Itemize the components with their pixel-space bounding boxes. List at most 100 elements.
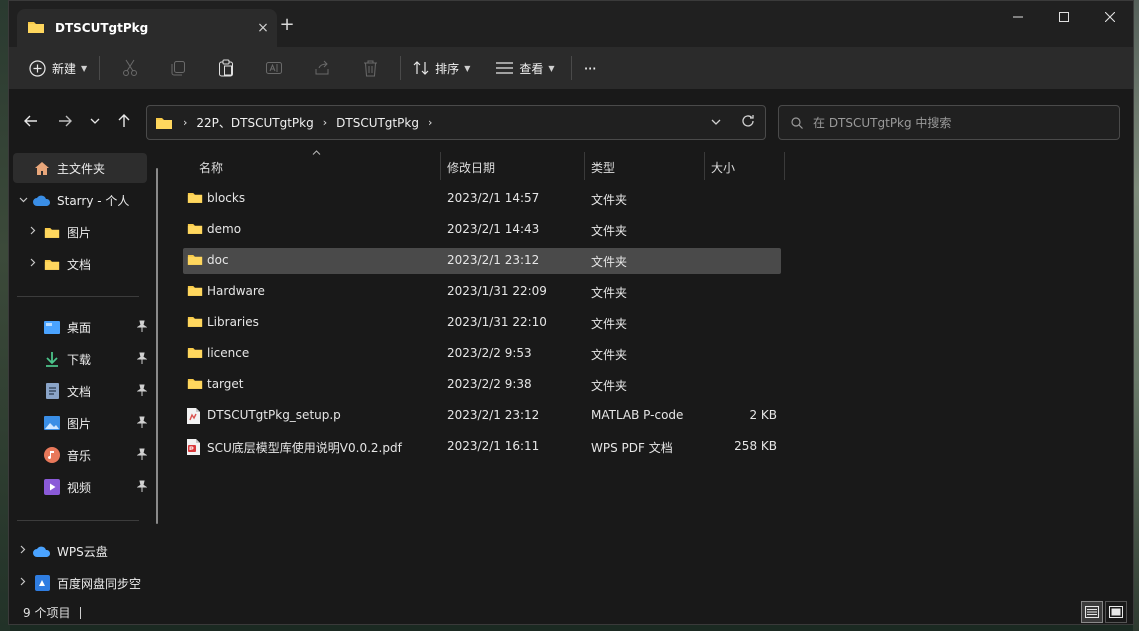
new-button[interactable]: 新建 ▼ <box>23 52 93 84</box>
matlab-file-icon <box>187 408 200 427</box>
refresh-button[interactable] <box>741 114 755 131</box>
column-header-type[interactable]: 类型 <box>591 154 615 180</box>
desktop-icon <box>43 319 61 335</box>
file-name: Libraries <box>207 315 259 329</box>
file-list: 名称 修改日期 类型 大小 blocks 2023/2/1 14:57 文件夹 … <box>169 144 1133 599</box>
file-row[interactable]: demo 2023/2/1 14:43 文件夹 <box>183 217 781 243</box>
pin-icon[interactable] <box>136 480 148 495</box>
address-history-button[interactable] <box>711 114 721 128</box>
file-row[interactable]: Hardware 2023/1/31 22:09 文件夹 <box>183 279 781 305</box>
tab-dtscutgtpkg[interactable]: DTSCUTgtPkg × <box>17 9 277 47</box>
sidebar-separator <box>17 296 139 297</box>
music-icon <box>43 447 61 463</box>
sidebar-item-onedrive[interactable]: Starry - 个人 <box>13 185 147 215</box>
file-type: 文件夹 <box>591 286 628 300</box>
file-name: demo <box>207 222 242 236</box>
details-view-icon <box>1085 606 1099 618</box>
sidebar-item-onedrive-docs[interactable]: 文档 <box>23 249 157 279</box>
pin-icon[interactable] <box>136 448 148 463</box>
file-row[interactable]: doc 2023/2/1 23:12 文件夹 <box>183 248 781 274</box>
file-name: Hardware <box>207 284 265 298</box>
chevron-right-icon[interactable] <box>23 226 43 238</box>
rename-button[interactable] <box>250 52 298 84</box>
file-row[interactable]: target 2023/2/2 9:38 文件夹 <box>183 372 781 398</box>
tiles-view-button[interactable] <box>1105 601 1127 623</box>
pin-icon[interactable] <box>136 352 148 367</box>
new-tab-button[interactable]: + <box>273 14 301 38</box>
column-header-name[interactable]: 名称 <box>199 154 223 180</box>
chevron-right-icon[interactable] <box>23 258 43 270</box>
chevron-down-icon[interactable] <box>13 195 33 206</box>
more-options-button[interactable]: ··· <box>578 52 602 84</box>
file-row[interactable]: Libraries 2023/1/31 22:10 文件夹 <box>183 310 781 336</box>
sidebar-item-home[interactable]: 主文件夹 <box>13 153 147 183</box>
sidebar-item-label: 文档 <box>67 384 92 399</box>
back-button[interactable] <box>19 109 43 133</box>
folder-icon <box>187 222 203 238</box>
tab-title: DTSCUTgtPkg <box>55 21 149 35</box>
file-type: WPS PDF 文档 <box>591 441 673 455</box>
breadcrumb-dtscutgtpkg[interactable]: DTSCUTgtPkg <box>336 116 419 130</box>
baidu-sync-icon <box>33 575 51 591</box>
breadcrumb-separator[interactable]: › <box>428 116 432 129</box>
sidebar-item-pictures[interactable]: 图片 <box>23 408 148 438</box>
sidebar-item-onedrive-pictures[interactable]: 图片 <box>23 217 157 247</box>
sidebar-item-label: 音乐 <box>67 448 92 463</box>
column-header-size[interactable]: 大小 <box>711 154 735 180</box>
file-row[interactable]: blocks 2023/2/1 14:57 文件夹 <box>183 186 781 212</box>
file-row[interactable]: SCU底层模型库使用说明V0.0.2.pdf 2023/2/1 16:11 WP… <box>183 434 781 460</box>
maximize-button[interactable] <box>1041 5 1087 29</box>
chevron-right-icon[interactable] <box>13 545 33 557</box>
search-box[interactable] <box>778 105 1120 140</box>
details-view-button[interactable] <box>1081 601 1103 623</box>
sidebar-item-music[interactable]: 音乐 <box>23 440 148 470</box>
status-divider <box>80 606 82 619</box>
sidebar-scrollbar[interactable] <box>156 168 158 524</box>
minimize-button[interactable] <box>995 5 1041 29</box>
pin-icon[interactable] <box>136 384 148 399</box>
sort-button[interactable]: 排序 ▼ <box>407 52 476 84</box>
new-label: 新建 <box>52 61 77 76</box>
address-bar[interactable]: › 22P、DTSCUTgtPkg › DTSCUTgtPkg › <box>146 105 766 140</box>
close-window-button[interactable] <box>1087 5 1133 29</box>
column-divider[interactable] <box>584 152 585 180</box>
sidebar-item-label: 百度网盘同步空 <box>57 576 142 591</box>
breadcrumb-22p[interactable]: 22P、DTSCUTgtPkg <box>196 114 313 131</box>
file-type: 文件夹 <box>591 317 628 331</box>
sidebar-item-label: 下载 <box>67 352 92 367</box>
sidebar-item-desktop[interactable]: 桌面 <box>23 312 148 342</box>
file-row[interactable]: licence 2023/2/2 9:53 文件夹 <box>183 341 781 367</box>
column-divider[interactable] <box>440 152 441 180</box>
file-type: 文件夹 <box>591 255 628 269</box>
view-button[interactable]: 查看 ▼ <box>490 52 560 84</box>
column-header-modified[interactable]: 修改日期 <box>447 154 495 180</box>
pin-icon[interactable] <box>136 320 148 335</box>
sidebar-item-videos[interactable]: 视频 <box>23 472 148 502</box>
paste-button[interactable] <box>202 52 250 84</box>
arrow-up-icon <box>118 114 130 127</box>
column-divider[interactable] <box>704 152 705 180</box>
up-button[interactable] <box>112 109 136 133</box>
sidebar-item-downloads[interactable]: 下载 <box>23 344 148 374</box>
column-divider[interactable] <box>784 152 785 180</box>
chevron-right-icon[interactable] <box>13 577 33 589</box>
sidebar-item-label: 主文件夹 <box>57 161 106 176</box>
file-modified: 2023/2/1 23:12 <box>447 408 540 422</box>
copy-button[interactable] <box>154 52 202 84</box>
sidebar-item-documents[interactable]: 文档 <box>23 376 148 406</box>
share-button[interactable] <box>298 52 346 84</box>
forward-button[interactable] <box>53 109 77 133</box>
sort-ascending-icon <box>312 148 321 158</box>
breadcrumb-separator[interactable]: › <box>323 116 327 129</box>
rename-icon <box>266 62 283 74</box>
search-input[interactable] <box>813 115 1103 130</box>
sidebar-item-wps-cloud[interactable]: WPS云盘 <box>13 536 147 566</box>
pin-icon[interactable] <box>136 416 148 431</box>
file-row[interactable]: DTSCUTgtPkg_setup.p 2023/2/1 23:12 MATLA… <box>183 403 781 429</box>
cut-button[interactable] <box>106 52 154 84</box>
file-modified: 2023/2/1 16:11 <box>447 439 540 453</box>
picture-icon <box>43 415 61 431</box>
sidebar-item-baidu-sync[interactable]: 百度网盘同步空 <box>13 568 157 598</box>
delete-button[interactable] <box>346 52 394 84</box>
recent-locations-button[interactable] <box>83 109 107 133</box>
